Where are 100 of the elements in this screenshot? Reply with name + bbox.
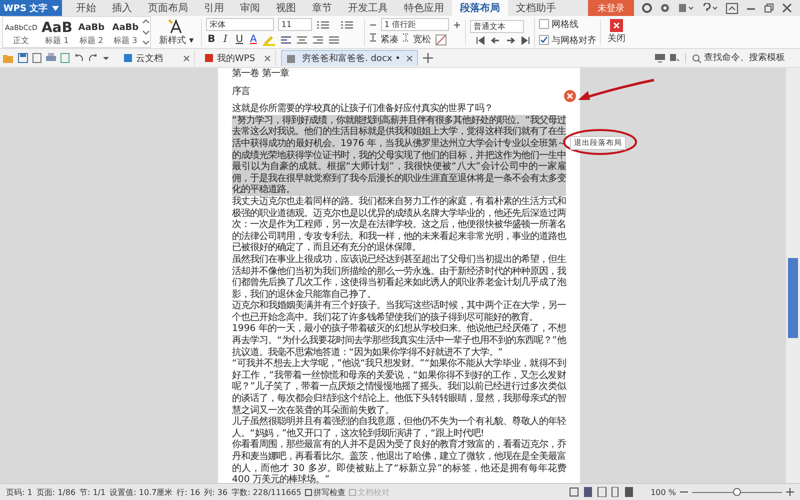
dropdown-icon[interactable] [102, 54, 110, 62]
print-icon[interactable] [46, 53, 56, 63]
sync-icon[interactable] [670, 53, 680, 63]
status-item: 字数: 228/111665 [232, 486, 302, 498]
zoom-reading: 100 % [650, 488, 676, 496]
menu-tab[interactable]: 插入 [104, 0, 140, 16]
redo-icon[interactable] [88, 53, 98, 63]
tab-title: 穷爸爸和富爸爸. docx • [302, 52, 400, 65]
save-icon[interactable] [18, 53, 28, 63]
refresh-icon[interactable] [642, 3, 652, 13]
previous-icon[interactable] [491, 36, 500, 44]
help-icon[interactable] [702, 3, 718, 13]
checkbox[interactable] [539, 19, 550, 29]
status-item: 列: 36 [204, 486, 228, 498]
loose-button[interactable]: 宽松 [402, 33, 432, 46]
paragraph: 1996 年的一天，最小的孩子带着破灭的幻想从学校归来。他说他已经厌倦了，不想再去学习。“为什么我要花时间去学那些我真实生活中一辈子也用不到的东西呢？”他抗议道。我毫不思索地答道：“因为如果你学得不好就进不了大学。” [232, 323, 566, 358]
align-left-icon[interactable] [280, 34, 292, 44]
app-menu-button[interactable]: WPS 文字 [0, 0, 62, 16]
font-size-dropdown[interactable]: 11 [278, 18, 312, 31]
remove-icon[interactable] [564, 90, 576, 102]
web-view-icon[interactable] [610, 487, 621, 497]
checkbox[interactable] [539, 35, 550, 45]
tab-logo-icon [286, 54, 296, 64]
menu-tab[interactable]: 章节 [304, 0, 340, 16]
tab-title: 我的WPS [217, 52, 256, 64]
italic-button[interactable]: I [220, 34, 230, 45]
checkbox-icon [349, 488, 356, 496]
tab-logo-icon [204, 53, 214, 63]
next-icon[interactable] [506, 36, 516, 44]
settings-icon[interactable] [660, 3, 670, 13]
line-spacing-dropdown[interactable]: 1 倍行距 [381, 18, 450, 31]
close-icon [610, 19, 623, 32]
paragraph: 虽然我们在事业上很成功，应该说已经达到甚至超出了父母们当初提出的希望，但生活却并不像他们当初为我们所描绘的那么一劳永逸。由于新经济时代的种种原因，我们都曾先后换了几次工作，这使得当初看起来如此诱人的职业养老金计划几乎成了泡影，我们的退休金只能靠自己挣了。 [232, 254, 566, 300]
caret-icon [52, 6, 59, 10]
align-right-icon[interactable] [312, 34, 324, 44]
vertical-scrollbar[interactable] [786, 68, 800, 483]
status-item: 页码: 1 [6, 486, 32, 498]
paragraph: 我丈夫迈克尔也走着同样的路。我们都来自努力工作的家庭，有着朴素的生活方式和极强的职业道德观。迈克尔也是以优异的成绩从名牌大学毕业的，他还先后深造过两次：一次是作为工程师，另一次是在法律学校。这之后，他便很快被华盛顿一所著名的法律公司聘用，专攻专利法。和我一样，他的未来看起来非常光明，事业的道路也已被很好的确定了，而且还有充分的退休保障。 [232, 196, 566, 254]
section-heading: 序言 [232, 86, 251, 98]
paragraph: “可我并不想去上大学呢，”他说“我只想发财。”“如果你不能从大学毕业，就得不到好工作，”我带着一丝惊慌和母亲的关爱说，“如果你得不到好的工作，又怎么发财呢？”儿子笑了，带着一点厌烦之情慢慢地摇了摇头。我们以前已经进行过多次类似的谈话了，每次都会归结到这个结论上。他低下头转转眼睛，显然，我那母亲式的智慧之词又一次在装聋的耳朵面前失败了。 [232, 358, 566, 416]
close-icon[interactable] [406, 55, 414, 62]
compact-spacing-icon [369, 33, 378, 42]
zoom-in-icon[interactable] [786, 488, 794, 496]
menu-tab[interactable]: 段落布局 [452, 0, 508, 16]
align-center-icon[interactable] [296, 34, 308, 44]
menu-tab[interactable]: 开始 [68, 0, 104, 16]
underline-button[interactable]: U [234, 34, 244, 45]
status-item: 设置值: 10.7厘米 [110, 486, 173, 498]
close-icon[interactable] [183, 54, 190, 62]
close-icon[interactable] [782, 3, 792, 13]
new-tab-icon[interactable] [423, 53, 434, 63]
outline-view-icon[interactable] [596, 487, 607, 497]
checkbox-label[interactable]: 与网格对齐 [551, 34, 596, 46]
close-icon[interactable] [264, 54, 271, 62]
status-item: 行: 16 [176, 486, 200, 498]
compact-button[interactable]: 紧凑 [369, 33, 398, 46]
last-icon[interactable] [521, 36, 530, 44]
menu-tab[interactable]: 视图 [268, 0, 304, 16]
menu-tab[interactable]: 文档助手 [508, 0, 564, 16]
new-style-button[interactable]: 新样式 ▾ [155, 18, 198, 46]
checkbox-icon [305, 488, 312, 496]
paragraph: 迈克尔和我婚姻美满并有三个好孩子。当我写这些话时候，其中两个正在大学，另一个也已开始念高中。我们花了许多钱希望使我们的孩子得到尽可能好的教育。 [232, 300, 566, 323]
font-color-button[interactable]: A [248, 34, 258, 45]
style-preset[interactable]: AaBb 标题 3 [108, 19, 142, 45]
document-tab[interactable]: 穷爸爸和富爸爸. docx • [281, 50, 418, 66]
font-dropdown[interactable]: 宋体 [206, 18, 274, 31]
monitor-icon[interactable] [655, 53, 665, 63]
fullscreen-icon[interactable] [568, 487, 579, 497]
zoom-thumb[interactable] [733, 488, 741, 496]
close-layout-button[interactable]: 关闭 [600, 19, 632, 45]
login-button[interactable]: 未登录 [588, 0, 634, 16]
gallery-scroll-icon[interactable] [142, 17, 150, 47]
ribbon-toggle-icon[interactable] [726, 2, 738, 14]
first-icon[interactable] [476, 36, 486, 44]
menu-tab[interactable]: 页面布局 [140, 0, 196, 16]
loose-spacing-icon [402, 33, 410, 42]
menu-tab[interactable]: 特色应用 [396, 0, 452, 16]
scroll-thumb[interactable] [788, 258, 798, 338]
checkbox-label[interactable]: 网格线 [551, 18, 578, 30]
menu-tab[interactable]: 审阅 [232, 0, 268, 16]
menu-tab[interactable]: 引用 [196, 0, 232, 16]
page-view-icon[interactable] [582, 487, 593, 497]
paragraph: 儿子虽然很聪明并且有着强烈的自我意愿，但他仍不失为一个有礼貌、尊敬人的年轻人。“妈妈，”他又开口了，这次轮到我听演讲了，“跟上时代吧! [232, 416, 566, 439]
status-toggle[interactable]: 拼写检查 [305, 486, 346, 498]
style-preset[interactable]: AaB 标题 1 [39, 19, 74, 45]
style-preset[interactable]: AaBb 标题 2 [74, 19, 108, 45]
status-item: 节: 1/1 [80, 486, 106, 498]
bold-button[interactable]: B [206, 34, 216, 45]
tab-title: 云文档 [136, 52, 163, 64]
document-icon[interactable] [32, 53, 42, 63]
restore-icon[interactable] [764, 3, 774, 13]
status-item: 页面: 1/86 [36, 486, 76, 498]
menu-tab[interactable]: 开发工具 [340, 0, 396, 16]
increase-spacing-icon[interactable] [453, 20, 462, 28]
undo-icon[interactable] [74, 53, 84, 63]
justify-icon[interactable] [328, 34, 340, 44]
grid-brush-icon[interactable] [435, 34, 448, 46]
document-tab[interactable]: 我的WPS [200, 50, 276, 66]
document-tab[interactable]: 云文档 [119, 50, 195, 66]
text-level-dropdown[interactable]: 普通文本 [470, 20, 524, 32]
